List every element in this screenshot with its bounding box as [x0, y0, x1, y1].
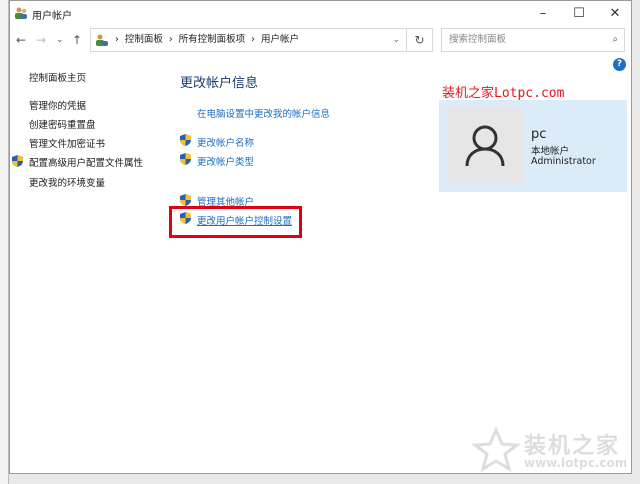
address-bar[interactable]: › 控制面板 › 所有控制面板项 › 用户帐户 ⌄: [90, 28, 407, 52]
users-icon: [14, 6, 28, 20]
back-button[interactable]: ←: [16, 29, 26, 51]
up-button[interactable]: ↑: [72, 29, 82, 51]
minimize-button[interactable]: –: [525, 3, 561, 25]
change-type-link[interactable]: 更改帐户类型: [197, 154, 254, 168]
recent-locations-button[interactable]: ⌄: [56, 29, 64, 51]
shield-icon: [180, 153, 191, 165]
search-placeholder: 搜索控制面板: [449, 34, 506, 45]
sidebar-item-credentials[interactable]: 管理你的凭据: [29, 98, 86, 112]
close-button[interactable]: ✕: [597, 3, 633, 25]
logo-url: www.lotpc.com: [524, 456, 627, 470]
change-name-link[interactable]: 更改帐户名称: [197, 135, 254, 149]
search-input[interactable]: 搜索控制面板 ⌕: [441, 28, 625, 52]
user-icon: [447, 108, 523, 184]
breadcrumb-separator: ›: [115, 29, 119, 51]
shield-icon: [180, 194, 191, 206]
help-button[interactable]: ?: [613, 58, 626, 71]
breadcrumb-control-panel[interactable]: 控制面板: [125, 29, 163, 51]
window-title: 用户帐户: [32, 7, 72, 22]
breadcrumb-all-items[interactable]: 所有控制面板项: [179, 29, 246, 51]
account-type: 本地帐户: [531, 143, 569, 157]
sidebar-item-advanced-profile[interactable]: 配置高级用户配置文件属性: [29, 155, 143, 169]
sidebar-item-home[interactable]: 控制面板主页: [29, 70, 86, 84]
title-bar: 用户帐户 – ☐ ✕: [10, 1, 631, 27]
chevron-down-icon[interactable]: ⌄: [392, 29, 400, 51]
star-icon: [472, 426, 520, 474]
watermark-text: 装机之家Lotpc.com: [442, 82, 564, 101]
account-role: Administrator: [531, 156, 596, 167]
account-card: pc 本地帐户 Administrator: [439, 100, 627, 192]
watermark-logo: 装机之家 www.lotpc.com: [472, 426, 640, 476]
breadcrumb-separator: ›: [169, 29, 173, 51]
maximize-button[interactable]: ☐: [561, 3, 597, 25]
pc-settings-link[interactable]: 在电脑设置中更改我的帐户信息: [197, 106, 330, 120]
refresh-button[interactable]: ↻: [407, 28, 433, 52]
account-name: pc: [531, 127, 546, 142]
user-accounts-window: 用户帐户 – ☐ ✕ ← → ⌄ ↑ › 控制面板 › 所有控制面板项 › 用户…: [9, 0, 632, 474]
shield-icon: [12, 155, 23, 167]
sidebar-item-env-vars[interactable]: 更改我的环境变量: [29, 175, 105, 189]
shield-icon: [180, 134, 191, 146]
page-title: 更改帐户信息: [180, 72, 258, 91]
sidebar-item-encryption-certs[interactable]: 管理文件加密证书: [29, 136, 105, 150]
avatar: [447, 108, 523, 184]
sidebar-item-reset-disk[interactable]: 创建密码重置盘: [29, 117, 96, 131]
background-window: [0, 0, 9, 484]
control-panel-icon: [95, 33, 109, 47]
highlight-box: [169, 206, 302, 238]
breadcrumb-user-accounts[interactable]: 用户帐户: [261, 29, 299, 51]
breadcrumb-separator: ›: [251, 29, 255, 51]
search-icon[interactable]: ⌕: [613, 29, 618, 51]
forward-button[interactable]: →: [36, 29, 46, 51]
